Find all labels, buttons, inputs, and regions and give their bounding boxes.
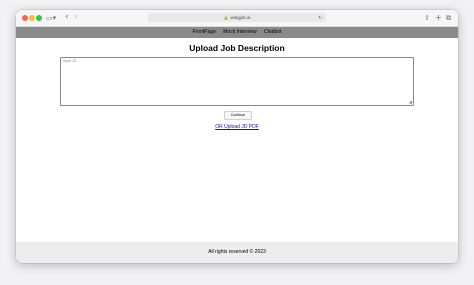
forward-icon[interactable]: ›	[74, 13, 78, 22]
close-window-button[interactable]	[22, 15, 28, 21]
nav-item-frontpage[interactable]: FrontPage	[193, 29, 216, 35]
zoom-window-button[interactable]	[36, 15, 42, 21]
share-icon[interactable]: ⇧	[424, 13, 430, 23]
sidebar-toggle-icon[interactable]: ▭▾	[46, 13, 56, 23]
browser-window: ▭▾ ‹ › 🔒 wingjob.ai ↻ ⇧ + ⧉ FrontPage Moc…	[16, 10, 458, 263]
site-navbar: FrontPage Mock Interview Chatbot	[16, 27, 458, 38]
job-description-placeholder: Input JD	[63, 59, 77, 63]
job-description-input[interactable]: Input JD ◢	[60, 57, 414, 106]
upload-pdf-link-text[interactable]: OR Upload JD PDF	[215, 124, 259, 130]
address-bar[interactable]: 🔒 wingjob.ai ↻	[148, 13, 326, 22]
reload-icon[interactable]: ↻	[318, 13, 322, 22]
upload-pdf-link: OR Upload JD PDF	[16, 124, 458, 130]
lock-icon: 🔒	[223, 15, 229, 20]
new-tab-icon[interactable]: +	[435, 13, 442, 23]
browser-titlebar: ▭▾ ‹ › 🔒 wingjob.ai ↻ ⇧ + ⧉	[16, 10, 458, 27]
continue-button[interactable]: Continue	[224, 111, 252, 120]
minimize-window-button[interactable]	[29, 15, 35, 21]
back-icon[interactable]: ‹	[65, 13, 69, 22]
tab-overview-icon[interactable]: ⧉	[446, 13, 451, 23]
page-title: Upload Job Description	[189, 43, 285, 53]
resize-handle-icon[interactable]: ◢	[409, 100, 412, 104]
address-url: wingjob.ai	[230, 15, 251, 20]
nav-item-mock-interview[interactable]: Mock Interview	[223, 29, 256, 35]
nav-item-chatbot[interactable]: Chatbot	[264, 29, 282, 35]
footer-copyright: All rights reserved © 2023	[208, 249, 266, 255]
page-footer: All rights reserved © 2023	[16, 242, 458, 263]
